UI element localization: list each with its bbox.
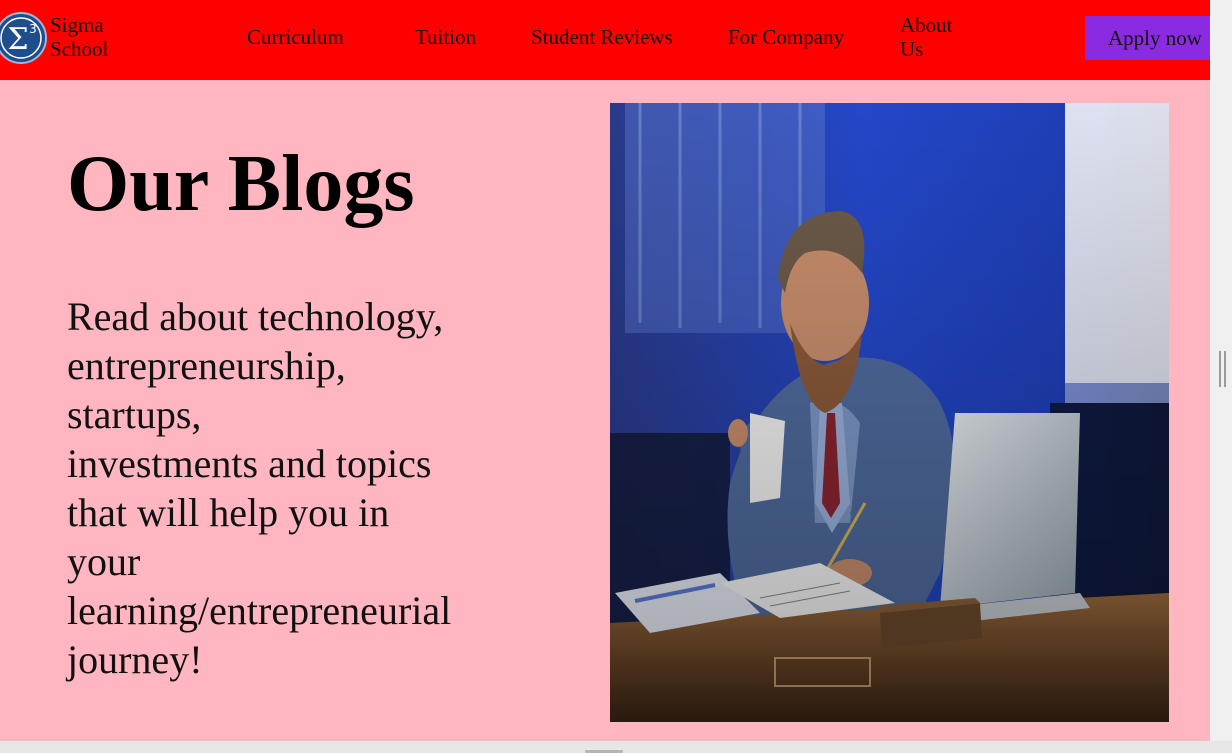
nav-link-about-us[interactable]: About Us	[900, 13, 960, 61]
nav-link-for-company[interactable]: For Company	[728, 25, 844, 49]
about-line2: Us	[900, 37, 924, 61]
intro-line: investments and topics	[67, 441, 432, 486]
intro-line: journey!	[67, 637, 203, 682]
sigma-logo-icon[interactable]: Σ 3	[0, 5, 47, 71]
page: Σ 3 Sigma School Curriculum Tuition Stud…	[0, 0, 1210, 741]
intro-paragraph: Read about technology, entrepreneurship,…	[67, 292, 487, 684]
page-title: Our Blogs	[67, 140, 415, 228]
brand-line1: Sigma	[50, 13, 104, 37]
blog-hero-photo	[610, 103, 1169, 722]
intro-line: your	[67, 539, 141, 584]
brand-line2: School	[50, 37, 109, 61]
svg-text:3: 3	[29, 22, 37, 36]
intro-line: startups,	[67, 392, 202, 437]
nav-link-student-reviews[interactable]: Student Reviews	[531, 25, 673, 49]
nav-link-curriculum[interactable]: Curriculum	[247, 25, 344, 49]
about-line1: About	[900, 13, 953, 37]
brand-name[interactable]: Sigma School	[50, 13, 108, 61]
navbar: Σ 3 Sigma School Curriculum Tuition Stud…	[0, 0, 1210, 80]
intro-line: that will help you in	[67, 490, 390, 535]
intro-line: entrepreneurship,	[67, 343, 346, 388]
intro-line: learning/entrepreneurial	[67, 588, 452, 633]
intro-line: Read about technology,	[67, 294, 444, 339]
scroll-grip-icon[interactable]	[1218, 350, 1227, 388]
apply-now-button[interactable]: Apply now	[1085, 16, 1210, 60]
nav-link-tuition[interactable]: Tuition	[415, 25, 476, 49]
svg-text:Σ: Σ	[7, 22, 28, 57]
